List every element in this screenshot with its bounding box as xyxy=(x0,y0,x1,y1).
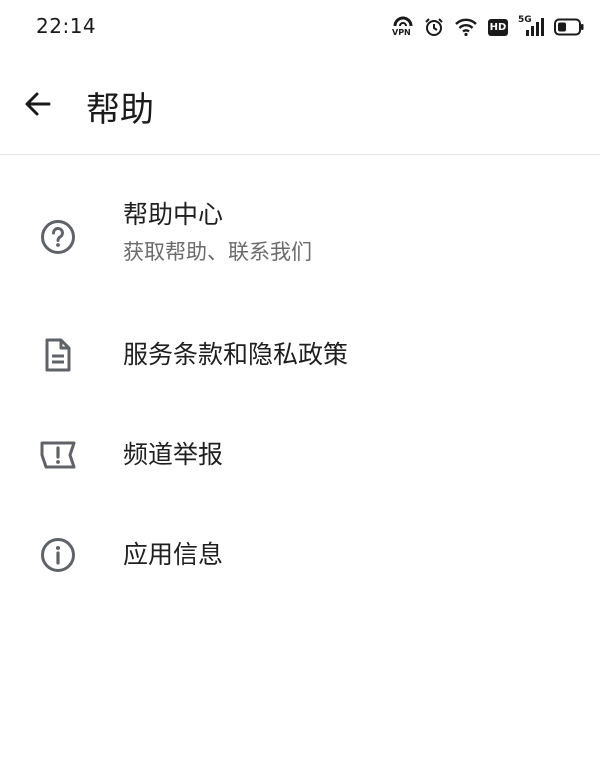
back-button[interactable] xyxy=(18,86,58,126)
vpn-label: VPN xyxy=(392,28,411,37)
menu-item-help-center[interactable]: 帮助中心 获取帮助、联系我们 xyxy=(0,155,600,295)
menu-item-channel-report[interactable]: 频道举报 xyxy=(0,395,600,495)
page-title: 帮助 xyxy=(86,90,154,130)
help-menu-list: 帮助中心 获取帮助、联系我们 服务条款和隐私政策 频道举报 应用信息 xyxy=(0,155,600,595)
alarm-icon xyxy=(424,17,444,37)
wifi-icon xyxy=(454,18,478,36)
menu-item-subtitle: 获取帮助、联系我们 xyxy=(123,240,312,264)
help-circle-icon xyxy=(38,217,78,257)
vpn-icon: VPN xyxy=(392,15,414,39)
document-icon xyxy=(38,335,78,375)
battery-icon xyxy=(554,18,584,36)
menu-item-title: 帮助中心 xyxy=(123,200,224,229)
menu-item-title: 频道举报 xyxy=(123,440,224,469)
arrow-left-icon xyxy=(23,89,53,123)
menu-item-title: 应用信息 xyxy=(123,540,224,569)
app-bar: 帮助 xyxy=(0,52,600,155)
menu-item-terms-privacy[interactable]: 服务条款和隐私政策 xyxy=(0,295,600,395)
status-icons: VPN HD 5G xyxy=(392,14,584,40)
status-bar: 22:14 VPN HD 5G xyxy=(0,0,600,52)
hd-icon: HD xyxy=(488,18,508,36)
signal-5g-icon: 5G xyxy=(518,15,544,38)
report-flag-icon xyxy=(38,435,78,475)
menu-item-app-info[interactable]: 应用信息 xyxy=(0,495,600,595)
info-circle-icon xyxy=(38,535,78,575)
menu-item-title: 服务条款和隐私政策 xyxy=(123,340,349,369)
status-time: 22:14 xyxy=(36,14,97,38)
